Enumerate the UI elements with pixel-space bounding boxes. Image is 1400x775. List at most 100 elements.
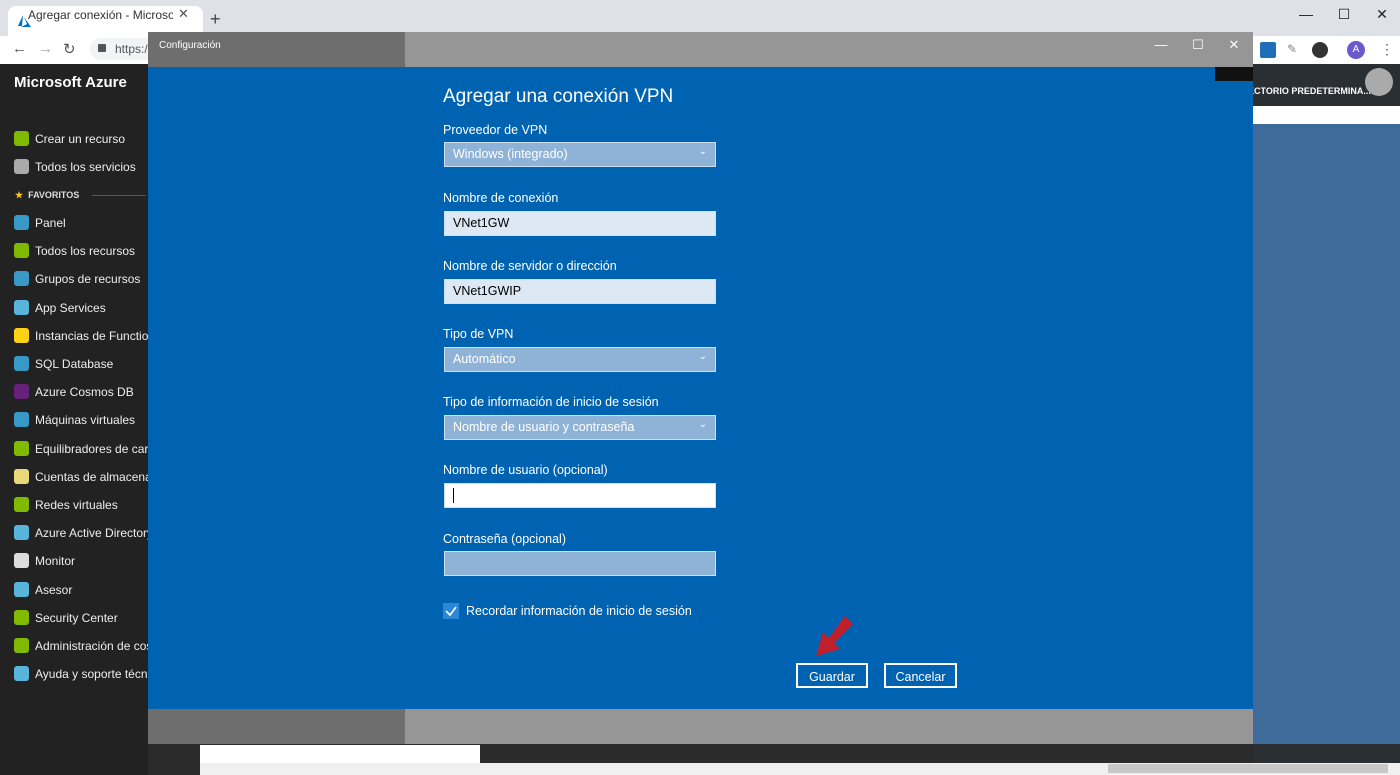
lock-icon [98,44,106,52]
sidebar-item-label: SQL Database [35,357,114,371]
sidebar-item[interactable]: Monitor [0,548,148,574]
connection-name-value: VNet1GW [453,216,510,230]
password-label: Contraseña (opcional) [443,532,566,546]
network-icon [14,497,29,512]
gauge-icon [14,553,29,569]
grid-icon [14,243,29,259]
sidebar-item[interactable]: Panel [0,210,148,236]
sidebar-item[interactable]: SQL Database [0,351,148,377]
window-minimize-button[interactable]: — [1286,4,1326,28]
url-text: https:/ [115,42,148,56]
content-strip [1253,106,1400,124]
save-button[interactable]: Guardar [796,663,868,688]
sidebar-item[interactable]: Crear un recurso [0,126,148,152]
dialog-title: Configuración [159,40,221,51]
sidebar-item-label: Ayuda y soporte técni [35,667,148,682]
vpn-type-label: Tipo de VPN [443,327,514,341]
support-icon [14,666,29,682]
forward-icon[interactable]: → [38,40,53,57]
sidebar-item[interactable]: Instancias de Function [0,323,148,349]
provider-label: Proveedor de VPN [443,123,548,137]
signin-type-select[interactable]: Nombre de usuario y contraseña ⌄ [444,415,716,440]
sidebar-item[interactable]: Cuentas de almacenan [0,464,148,490]
text-cursor [453,488,454,503]
sidebar-item[interactable]: Administración de cos [0,633,148,659]
sidebar-item[interactable]: App Services [0,295,148,321]
sidebar-item[interactable]: Equilibradores de carg [0,436,148,462]
server-field[interactable]: VNet1GWIP [444,279,716,304]
database-icon [14,356,29,371]
connection-name-field[interactable]: VNet1GW [444,211,716,236]
cast-extension-icon[interactable] [1260,42,1276,58]
username-label: Nombre de usuario (opcional) [443,463,608,477]
checkmark-icon [445,606,457,617]
signin-type-label: Tipo de información de inicio de sesión [443,395,659,409]
dialog-close-button[interactable]: ✕ [1219,37,1249,57]
vpn-type-value: Automático [453,352,516,366]
dashboard-icon [14,215,29,230]
tab-close-icon[interactable]: ✕ [178,6,189,22]
chevron-down-icon: ⌄ [698,419,707,430]
sidebar-item-label: Máquinas virtuales [35,413,136,428]
username-field[interactable] [444,483,716,508]
extension-round-icon[interactable] [1312,42,1328,58]
storage-icon [14,468,29,484]
sidebar-item[interactable]: Security Center [0,605,148,631]
reload-icon[interactable]: ↻ [63,40,76,58]
sidebar-item-label: Crear un recurso [35,132,126,146]
sidebar-item-label: Grupos de recursos [35,272,141,287]
azure-brand[interactable]: Microsoft Azure [14,74,127,91]
sidebar-item-label: Todos los servicios [35,160,136,174]
sidebar-item-label: App Services [35,300,106,315]
sidebar-item[interactable]: Todos los recursos [0,238,148,264]
globe-icon [14,299,29,315]
dialog-minimize-button[interactable]: — [1146,37,1176,57]
favorites-label: FAVORITOS [28,190,80,200]
plus-icon [14,131,29,146]
back-icon[interactable]: ← [12,40,27,57]
sidebar-item[interactable]: Ayuda y soporte técni [0,661,148,687]
sidebar-item[interactable]: Azure Active Directory [0,520,148,546]
menu-kebab-icon[interactable]: ⋮ [1380,41,1394,58]
window-maximize-button[interactable]: ☐ [1324,4,1364,28]
scrollbar-thumb[interactable] [1108,764,1388,773]
remember-checkbox[interactable] [443,603,459,619]
server-label: Nombre de servidor o dirección [443,259,617,273]
dialog-edge-strip [1215,67,1253,81]
sidebar-item-label: Azure Cosmos DB [35,385,134,400]
cube-icon [14,271,29,287]
vpn-type-select[interactable]: Automático ⌄ [444,347,716,372]
bolt-icon [14,327,29,343]
red-arrow-icon [816,616,853,656]
favorites-divider [92,195,146,196]
cost-icon [14,638,29,653]
dialog-maximize-button[interactable]: ☐ [1183,37,1213,57]
sidebar-item[interactable]: Máquinas virtuales [0,407,148,433]
sidebar-item-label: Monitor [35,554,76,569]
user-avatar[interactable] [1365,68,1393,96]
cancel-button[interactable]: Cancelar [884,663,957,688]
sidebar-item[interactable]: Azure Cosmos DB [0,379,148,405]
new-tab-button[interactable]: + [210,9,221,30]
sidebar-item-label: Security Center [35,610,118,625]
vpn-form-heading: Agregar una conexión VPN [443,86,674,107]
provider-select[interactable]: Windows (integrado) ⌄ [444,142,716,167]
shield-icon [14,609,29,625]
chevron-down-icon: ⌄ [698,146,707,157]
sidebar-item[interactable]: Asesor [0,577,148,603]
extension-icon[interactable]: ✎ [1287,42,1303,58]
window-close-button[interactable]: ✕ [1362,4,1400,28]
diamond-icon [14,440,29,456]
cloud-icon [14,581,29,597]
sidebar-item-label: Todos los recursos [35,244,136,259]
sidebar-item[interactable]: Grupos de recursos [0,266,148,292]
profile-avatar[interactable]: A [1347,41,1365,59]
sidebar-item[interactable]: Todos los servicios [0,154,148,180]
sidebar-item-label: Instancias de Function [35,328,148,343]
remember-label[interactable]: Recordar información de inicio de sesión [466,604,692,618]
directory-label[interactable]: ECTORIO PREDETERMINA... [1248,86,1371,96]
password-field[interactable] [444,551,716,576]
tab-title: Agregar conexión - Microsoft Az [28,8,173,22]
provider-value: Windows (integrado) [453,147,568,161]
sidebar-item[interactable]: Redes virtuales [0,492,148,518]
